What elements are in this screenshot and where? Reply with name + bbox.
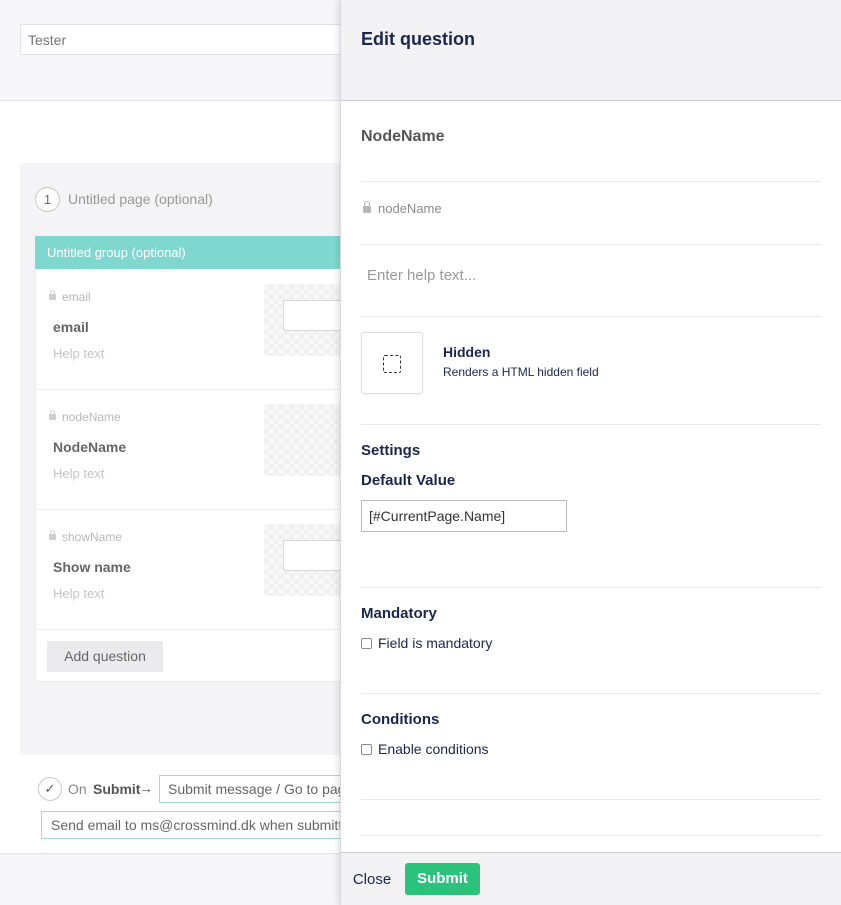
check-icon: ✓ (38, 777, 62, 801)
divider (361, 587, 821, 588)
question-row-email[interactable]: email email Help text (36, 270, 341, 390)
email-notification-field[interactable]: Send email to ms@crossmind.dk when submi… (41, 811, 361, 839)
panel-title: Edit question (361, 29, 475, 49)
mandatory-checkbox-row[interactable]: Field is mandatory (361, 635, 492, 651)
settings-heading: Settings (361, 442, 421, 459)
lock-icon (49, 410, 56, 420)
lock-icon (49, 530, 56, 540)
question-help: Help text (53, 346, 105, 361)
question-alias-text: showName (62, 530, 123, 544)
question-row-showname[interactable]: showName Show name Help text (36, 510, 341, 630)
add-question-button[interactable]: Add question (47, 641, 163, 672)
mandatory-checkbox[interactable] (361, 637, 372, 649)
mandatory-heading: Mandatory (361, 605, 437, 622)
question-alias-text: nodeName (62, 410, 121, 424)
divider (361, 693, 821, 694)
conditions-checkbox[interactable] (361, 743, 372, 755)
field-type-name: Hidden (443, 344, 491, 360)
alias-text: nodeName (378, 201, 442, 216)
page-number-badge: 1 (35, 187, 60, 212)
group-header[interactable]: Untitled group (optional) (35, 236, 355, 269)
conditions-checkbox-row[interactable]: Enable conditions (361, 741, 489, 757)
question-name[interactable]: NodeName (361, 128, 445, 146)
preview-input-box (283, 300, 341, 331)
question-alias: showName (49, 530, 122, 544)
default-value-input[interactable] (361, 500, 567, 532)
question-preview (264, 404, 341, 476)
submit-word: Submit (93, 781, 141, 797)
arrow-right-icon: → (139, 780, 153, 796)
divider (361, 181, 821, 182)
preview-checkbox-box (283, 540, 341, 571)
question-help: Help text (53, 586, 105, 601)
on-label: On (68, 781, 87, 797)
divider (361, 316, 821, 317)
divider (361, 799, 821, 800)
help-text-input[interactable] (361, 258, 821, 292)
lock-icon[interactable] (363, 201, 371, 213)
alias-row: nodeName (363, 201, 442, 216)
default-value-label: Default Value (361, 472, 456, 489)
lock-icon (49, 290, 56, 300)
submit-message-field[interactable]: Submit message / Go to pag (159, 775, 359, 803)
question-alias-text: email (62, 290, 91, 304)
question-label: NodeName (53, 439, 127, 455)
form-name-input[interactable]: Tester (20, 24, 360, 55)
conditions-heading: Conditions (361, 711, 440, 728)
hidden-field-icon (383, 355, 401, 373)
page-title[interactable]: Untitled page (optional) (68, 191, 213, 207)
submit-button[interactable]: Submit (405, 863, 480, 895)
divider (361, 424, 821, 425)
question-row-nodename[interactable]: nodeName NodeName Help text (36, 390, 341, 510)
question-alias: nodeName (49, 410, 121, 424)
question-alias: email (49, 290, 91, 304)
question-preview (264, 524, 341, 596)
field-type-description: Renders a HTML hidden field (443, 365, 599, 379)
mandatory-checkbox-label[interactable]: Field is mandatory (378, 635, 492, 651)
divider (361, 244, 821, 245)
conditions-checkbox-label[interactable]: Enable conditions (378, 741, 489, 757)
question-help: Help text (53, 466, 105, 481)
edit-question-panel: Edit question NodeName nodeName Hidden R… (340, 0, 841, 905)
close-button[interactable]: Close (346, 866, 398, 894)
question-label: Show name (53, 559, 131, 575)
question-preview (264, 284, 341, 356)
field-type-tile[interactable] (361, 332, 423, 394)
panel-header: Edit question (341, 0, 841, 101)
question-label: email (53, 319, 89, 335)
divider (361, 835, 821, 836)
